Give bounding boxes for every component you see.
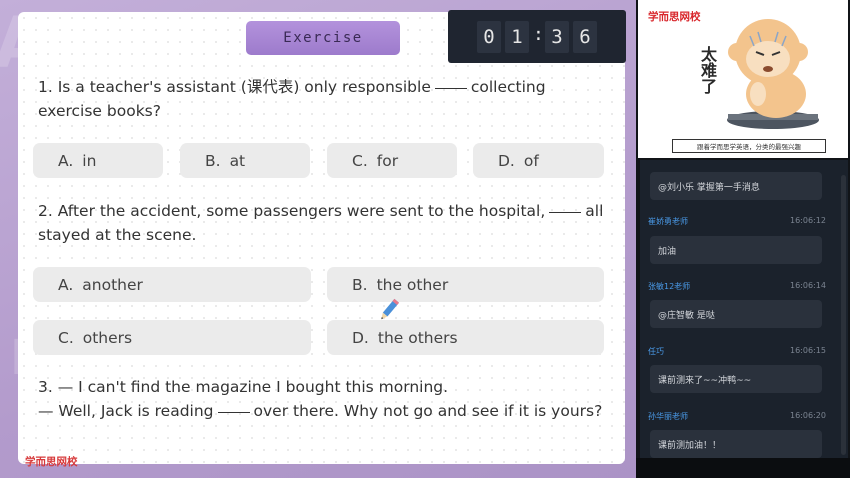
chat-message: @刘小乐 掌握第一手消息	[650, 172, 822, 200]
exercise-card: Exercise 1. Is a teacher's assistant (课代…	[18, 12, 625, 464]
chat-sender: 孙华丽老师	[648, 412, 688, 421]
chat-sender: 崔娇勇老师	[648, 217, 688, 226]
watermark-logo: 学而思网校	[25, 456, 78, 468]
exercise-tab[interactable]: Exercise	[246, 21, 400, 55]
option-text: others	[82, 328, 133, 347]
option-text: for	[376, 151, 399, 170]
timer-colon: :	[533, 24, 544, 45]
option-c[interactable]: C. for	[327, 143, 457, 178]
chat-time: 16:06:20	[790, 411, 826, 420]
question-1: 1. Is a teacher's assistant (课代表) only r…	[38, 75, 608, 123]
option-text: the others	[377, 328, 458, 347]
option-a[interactable]: A. another	[33, 267, 311, 302]
question-text: all	[585, 202, 604, 220]
question-text: exercise books?	[38, 102, 161, 120]
question-3: 3. — I can't find the magazine I bought …	[38, 375, 625, 423]
sticker-text: 太难了	[698, 46, 717, 94]
option-text: another	[82, 275, 143, 294]
option-letter: B.	[352, 275, 368, 294]
question-text: 2. After the accident, some passengers w…	[38, 202, 546, 220]
option-letter: D.	[498, 151, 515, 170]
question-text: — Well, Jack is reading	[38, 402, 214, 420]
sticker-panel: 学而思网校 太难了 跟着学而思学英语，分类的最强兴趣	[638, 0, 848, 158]
option-letter: A.	[58, 275, 74, 294]
option-text: in	[82, 151, 97, 170]
option-d[interactable]: D. the others	[327, 320, 604, 355]
timer-digit: 0	[477, 20, 501, 53]
question-text: stayed at the scene.	[38, 226, 197, 244]
option-d[interactable]: D. of	[473, 143, 604, 178]
option-letter: A.	[58, 151, 74, 170]
sticker-caption: 跟着学而思学英语，分类的最强兴趣	[672, 139, 826, 153]
option-letter: C.	[352, 151, 368, 170]
option-text: the other	[376, 275, 449, 294]
timer-digit: 1	[505, 20, 529, 53]
option-letter: B.	[205, 151, 221, 170]
option-a[interactable]: A. in	[33, 143, 163, 178]
countdown-timer: 0 1 : 3 6	[448, 10, 626, 63]
option-text: of	[523, 151, 539, 170]
chat-message: 课前测来了~~冲鸭~~	[650, 365, 822, 393]
chat-list[interactable]: @刘小乐 掌握第一手消息 崔娇勇老师 16:06:12 加油 张敏12老师 16…	[640, 160, 848, 460]
chat-time: 16:06:12	[790, 216, 826, 225]
chat-sender: 任巧	[648, 347, 664, 356]
monkey-mascot-icon	[727, 19, 819, 129]
chat-time: 16:06:14	[790, 281, 826, 290]
option-b[interactable]: B. the other	[327, 267, 604, 302]
chat-message: 加油	[650, 236, 822, 264]
answer-blank	[549, 211, 582, 213]
option-c[interactable]: C. others	[33, 320, 311, 355]
option-letter: D.	[352, 328, 369, 347]
chat-message: 课前测加油！！	[650, 430, 822, 458]
option-text: at	[229, 151, 246, 170]
answer-blank	[217, 411, 250, 413]
bottom-strip	[636, 458, 850, 478]
chat-sender: 张敏12老师	[648, 282, 691, 291]
question-text: 1. Is a teacher's assistant (课代表) only r…	[38, 78, 431, 96]
option-letter: C.	[58, 328, 74, 347]
option-b[interactable]: B. at	[180, 143, 310, 178]
chat-time: 16:06:15	[790, 346, 826, 355]
brand-logo: 学而思网校	[648, 11, 701, 23]
timer-digit: 6	[573, 20, 597, 53]
pencil-cursor-icon	[381, 298, 400, 320]
chat-message: @庄智敏 是哒	[650, 300, 822, 328]
question-text: collecting	[470, 78, 546, 96]
question-text: over there. Why not go and see if it is …	[253, 402, 603, 420]
question-text: 3. — I can't find the magazine I bought …	[38, 378, 449, 396]
timer-digit: 3	[545, 20, 569, 53]
question-2: 2. After the accident, some passengers w…	[38, 199, 608, 247]
answer-blank	[434, 87, 467, 89]
chat-scrollbar[interactable]	[841, 175, 846, 455]
